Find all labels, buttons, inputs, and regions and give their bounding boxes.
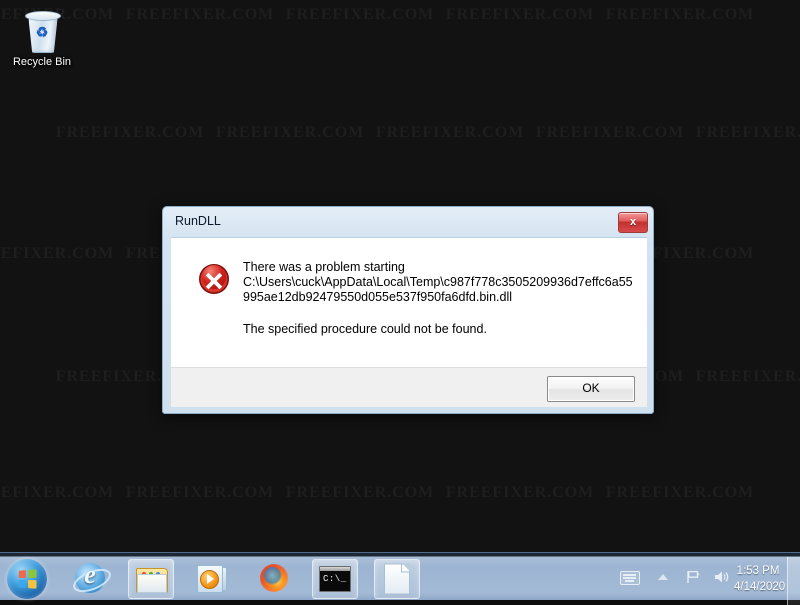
clock-time: 1:53 PM — [736, 565, 780, 577]
internet-explorer-icon — [69, 560, 115, 597]
keyboard-icon[interactable] — [620, 571, 640, 585]
dialog-body: There was a problem starting C:\Users\cu… — [171, 237, 647, 367]
show-desktop-button[interactable] — [787, 557, 800, 605]
dialog-titlebar[interactable]: RunDLL x — [163, 207, 653, 237]
taskbar[interactable]: C:\_ 1:53 PM 4/14/2020 — [0, 552, 800, 605]
rundll-error-dialog[interactable]: RunDLL x There was a problem starting C:… — [162, 206, 654, 414]
watermark-text: FREEFIXER.COM — [285, 484, 435, 501]
message-file-path: C:\Users\cuck\AppData\Local\Temp\c987f77… — [243, 275, 633, 304]
watermark-row: FREEFIXER.COM FREEFIXER.COM FREEFIXER.COM F… — [0, 4, 760, 26]
watermark-text: FREEFIXER.COM — [0, 484, 115, 501]
watermark-text: FREEFIXER.COM — [605, 484, 755, 501]
watermark-text: FREEFIXER.COM — [375, 124, 525, 141]
watermark-text: FREEFIXER.COM — [125, 484, 275, 501]
watermark-text: FREEFIXER.COM — [605, 6, 755, 23]
clock[interactable]: 1:53 PM 4/14/2020 — [734, 563, 786, 595]
media-player-icon — [197, 564, 227, 593]
desktop-icon-recycle-bin[interactable]: ♻ Recycle Bin — [8, 8, 76, 69]
clock-date: 4/14/2020 — [734, 581, 786, 593]
firefox-icon — [260, 564, 288, 592]
taskbar-windows-explorer[interactable] — [128, 559, 174, 599]
taskbar-windows-media-player[interactable] — [190, 559, 234, 597]
dialog-footer: OK — [171, 367, 647, 407]
watermark-text: FREEFIXER.COM — [695, 124, 800, 141]
watermark-text: FREEFIXER.COM — [445, 6, 595, 23]
watermark-row: FREEFIXER.COM FREEFIXER.COM FREEFIXER.COM F… — [50, 122, 800, 144]
ok-button[interactable]: OK — [547, 376, 635, 402]
watermark-text: FREEFIXER.COM — [215, 124, 365, 141]
close-icon[interactable]: x — [618, 212, 648, 233]
speaker-icon[interactable] — [714, 570, 730, 584]
taskbar-internet-explorer[interactable] — [68, 559, 115, 597]
flag-icon[interactable] — [686, 570, 700, 584]
chevron-up-icon[interactable] — [658, 574, 668, 580]
watermark-row: FREEFIXER.COM FREEFIXER.COM FREEFIXER.COM F… — [0, 482, 760, 504]
taskbar-command-prompt[interactable]: C:\_ — [312, 559, 358, 599]
folder-icon — [136, 566, 168, 593]
watermark-text: FREEFIXER.COM — [0, 245, 115, 262]
watermark-text: FREEFIXER.COM — [695, 368, 800, 385]
document-icon — [384, 563, 410, 595]
watermark-text: FREEFIXER.COM — [55, 124, 205, 141]
dialog-message: There was a problem starting C:\Users\cu… — [243, 260, 635, 337]
watermark-text: FREEFIXER.COM — [445, 484, 595, 501]
recycle-bin-label: Recycle Bin — [12, 56, 72, 68]
watermark-text: FREEFIXER.COM — [535, 124, 685, 141]
watermark-text: FREEFIXER.COM — [125, 6, 275, 23]
taskbar-firefox[interactable] — [252, 559, 296, 597]
message-line-2: The specified procedure could not be fou… — [243, 322, 487, 336]
command-prompt-icon: C:\_ — [319, 566, 351, 592]
taskbar-document[interactable] — [374, 559, 420, 599]
recycle-bin-icon: ♻ — [19, 8, 65, 54]
dialog-title: RunDLL — [175, 214, 221, 228]
windows-orb-icon — [7, 559, 47, 599]
message-line-1: There was a problem starting — [243, 260, 405, 274]
error-icon — [199, 264, 229, 294]
recycle-symbol: ♻ — [35, 24, 49, 40]
watermark-text: FREEFIXER.COM — [285, 6, 435, 23]
start-button[interactable] — [4, 557, 52, 599]
